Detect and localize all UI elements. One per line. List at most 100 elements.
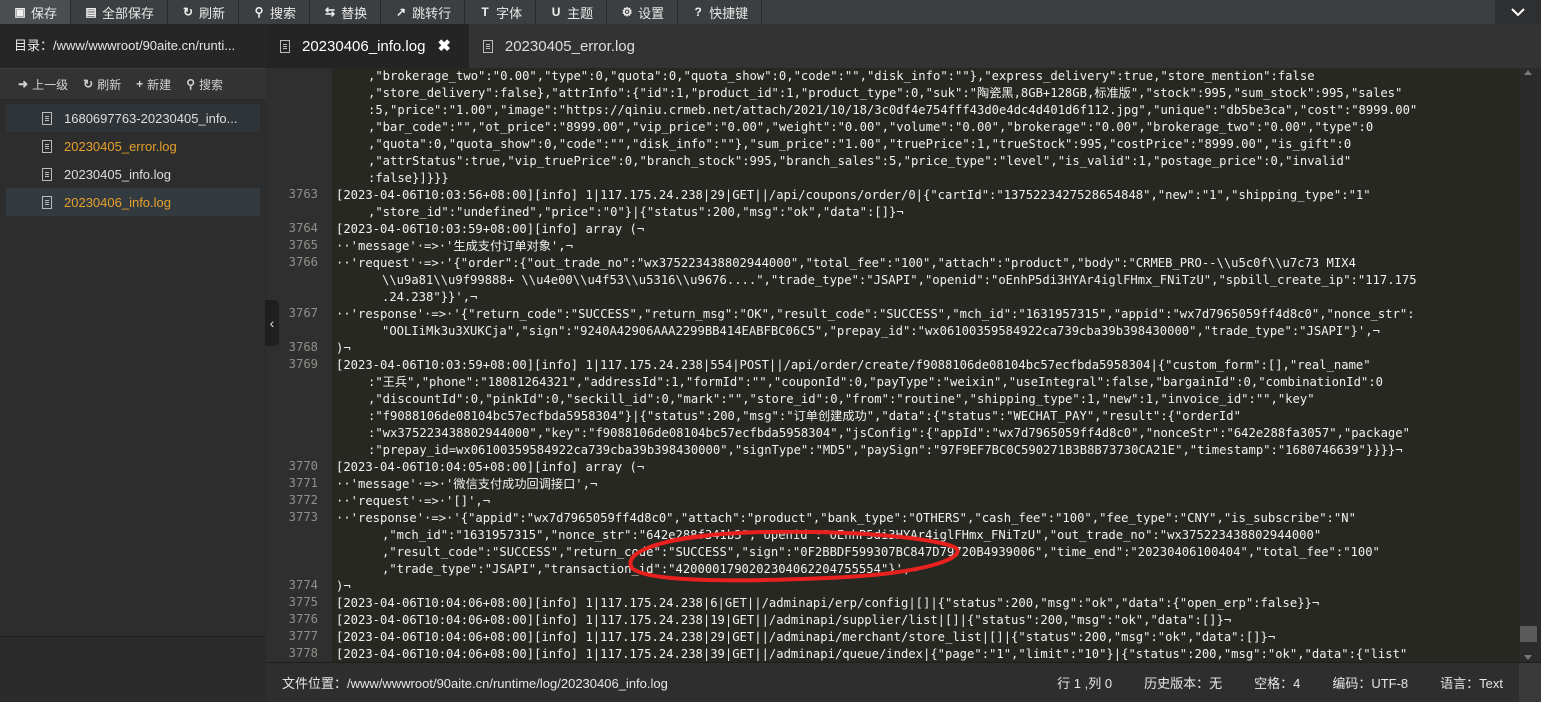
code-line: :"f9088106de08104bc57ecfbda5958304"}|{"s… (368, 409, 1241, 423)
save-all-button[interactable]: ▤ 全部保存 (71, 0, 169, 24)
history-versions[interactable]: 历史版本：无 (1128, 673, 1238, 692)
goto-line-button[interactable]: ↗ 跳转行 (381, 0, 466, 24)
file-item-active[interactable]: 20230406_info.log (6, 188, 260, 216)
code-line: )¬ (336, 579, 351, 593)
code-line: :"wx375223438802944000","key":"f9088106d… (368, 426, 1410, 440)
code-line: ··'message'·=>·'生成支付订单对象',¬ (336, 239, 573, 253)
directory-path: 目录：/www/wwwroot/90aite.cn/runti... (0, 24, 266, 69)
code-line: :"王兵","phone":"18081264321","addressId":… (368, 375, 1383, 389)
file-item[interactable]: 1680697763-20230405_info... (6, 104, 260, 132)
scrollbar-thumb[interactable] (1520, 626, 1537, 642)
editor-tabs: 20230406_info.log ✖ 20230405_error.log (266, 24, 1541, 68)
code-line: [2023-04-06T10:03:59+08:00][info] array … (336, 222, 645, 236)
help-icon: ? (694, 5, 702, 19)
scroll-up-icon[interactable] (1524, 70, 1532, 75)
save-button[interactable]: ▣ 保存 (0, 0, 72, 24)
code-line: ··'request'·=>·'[]',¬ (336, 494, 491, 508)
file-icon (280, 39, 290, 53)
code-line: [2023-04-06T10:04:06+08:00][info] 1|117.… (336, 613, 1232, 627)
code-line: [2023-04-06T10:03:59+08:00][info] 1|117.… (336, 358, 1371, 372)
file-icon (42, 195, 52, 209)
code-line: )¬ (336, 341, 351, 355)
encoding-setting[interactable]: 编码：UTF-8 (1316, 673, 1424, 692)
line-number: 3765 (288, 238, 318, 252)
file-icon (42, 167, 52, 181)
collapse-toolbar-button[interactable] (1495, 0, 1541, 24)
sidebar-refresh-button[interactable]: ↻ 刷新 (83, 76, 121, 93)
file-icon (42, 139, 52, 153)
line-number: 3773 (288, 510, 318, 524)
code-line: ,"store_delivery":false},"attrInfo":{"id… (368, 86, 1403, 100)
line-number: 3764 (288, 221, 318, 235)
code-line: "OOLIiMk3u3XUKCja","sign":"9240A42906AAA… (382, 324, 1380, 338)
code-line: [2023-04-06T10:04:05+08:00][info] array … (336, 460, 645, 474)
goto-line-icon: ↗ (396, 5, 407, 19)
refresh-icon: ↻ (183, 5, 194, 19)
code-line: ··'request'·=>·'{"order":{"out_trade_no"… (336, 256, 1356, 270)
code-line: :false}]}}} (368, 171, 449, 185)
indent-setting[interactable]: 空格：4 (1238, 673, 1316, 692)
file-icon (482, 39, 493, 53)
code-editor[interactable]: 3763 3764 3765 3766 3767 3768 3769 3770 … (266, 68, 1520, 662)
file-item[interactable]: 20230405_info.log (6, 160, 260, 188)
collapse-sidebar-button[interactable]: ‹ (265, 300, 279, 346)
line-number: 3766 (288, 255, 318, 269)
tab-20230405-error[interactable]: 20230405_error.log (469, 24, 653, 68)
theme-icon: U (551, 5, 561, 19)
go-up-button[interactable]: ➜ 上一级 (18, 76, 68, 93)
code-line: [2023-04-06T10:04:06+08:00][info] 1|117.… (336, 647, 1408, 661)
line-number: 3771 (288, 476, 318, 490)
sidebar-search-button[interactable]: ⚲ 搜索 (186, 76, 223, 93)
status-bar: 文件位置：/www/wwwroot/90aite.cn/runtime/log/… (266, 662, 1541, 702)
code-line: :5,"price":"1.00","image":"https://qiniu… (368, 103, 1418, 117)
file-sidebar: 目录：/www/wwwroot/90aite.cn/runti... ➜ 上一级 … (0, 24, 267, 669)
save-all-icon: ▤ (85, 5, 97, 19)
cursor-position[interactable]: 行 1 ,列 0 (1041, 673, 1128, 692)
file-item[interactable]: 20230405_error.log (6, 132, 260, 160)
status-bar-edge (1519, 663, 1541, 702)
line-number: 3775 (288, 595, 318, 609)
code-line: \\u9a81\\u9f99888+ \\u4e00\\u4f53\\u5316… (382, 273, 1417, 287)
language-setting[interactable]: 语言：Text (1424, 673, 1519, 692)
font-button[interactable]: T 字体 (465, 0, 537, 24)
code-line: [2023-04-06T10:04:06+08:00][info] 1|117.… (336, 630, 1276, 644)
code-line: ··'message'·=>·'微信支付成功回调接口',¬ (336, 477, 598, 491)
replace-button[interactable]: ⇆ 替换 (310, 0, 382, 24)
settings-button[interactable]: ⚙ 设置 (607, 0, 679, 24)
new-file-button[interactable]: + 新建 (136, 76, 171, 93)
line-number: 3777 (288, 629, 318, 643)
file-list: 1680697763-20230405_info... 20230405_err… (0, 100, 266, 216)
code-line: :"prepay_id=wx06100359584922ca739cba39b3… (368, 443, 1403, 457)
search-icon: ⚲ (254, 5, 264, 19)
sidebar-footer (0, 636, 266, 669)
line-number: 3776 (288, 612, 318, 626)
save-icon: ▣ (14, 5, 26, 19)
search-icon: ⚲ (186, 77, 195, 91)
code-line: ,"brokerage_two":"0.00","type":0,"quota"… (368, 69, 1315, 83)
toolbar: ▣ 保存 ▤ 全部保存 ↻ 刷新 ⚲ 搜索 ⇆ 替换 ↗ 跳转行 T 字体 U 主题 ⚙ 设置 ?… (0, 0, 1541, 24)
font-icon: T (481, 5, 489, 19)
line-number: 3770 (288, 459, 318, 473)
shortcuts-button[interactable]: ? 快捷键 (678, 0, 763, 24)
code-line: ,"quota":0,"quota_show":0,"code":"","dis… (368, 137, 1352, 151)
file-location: 文件位置：/www/wwwroot/90aite.cn/runtime/log/… (282, 676, 668, 691)
scroll-down-icon[interactable] (1524, 655, 1532, 660)
theme-button[interactable]: U 主题 (536, 0, 608, 24)
vertical-scrollbar[interactable] (1520, 68, 1537, 662)
refresh-icon: ↻ (83, 77, 94, 91)
search-button[interactable]: ⚲ 搜索 (239, 0, 311, 24)
file-icon (42, 111, 52, 125)
red-circle-annotation (628, 530, 960, 583)
line-number: 3774 (288, 578, 318, 592)
code-line: [2023-04-06T10:04:06+08:00][info] 1|117.… (336, 596, 1320, 610)
line-number: 3763 (288, 187, 318, 201)
code-line: ,"bar_code":"","ot_price":"8999.00","vip… (368, 120, 1374, 134)
tab-20230406-info[interactable]: 20230406_info.log ✖ (266, 24, 469, 68)
refresh-button[interactable]: ↻ 刷新 (168, 0, 240, 24)
close-icon[interactable]: ✖ (437, 36, 450, 56)
code-line: ,"store_id":"undefined","price":"0"}|{"s… (368, 205, 904, 219)
up-arrow-icon: ➜ (18, 77, 29, 91)
plus-icon: + (136, 77, 144, 91)
code-line: .24.238"}}',¬ (382, 290, 478, 304)
replace-icon: ⇆ (325, 5, 336, 19)
